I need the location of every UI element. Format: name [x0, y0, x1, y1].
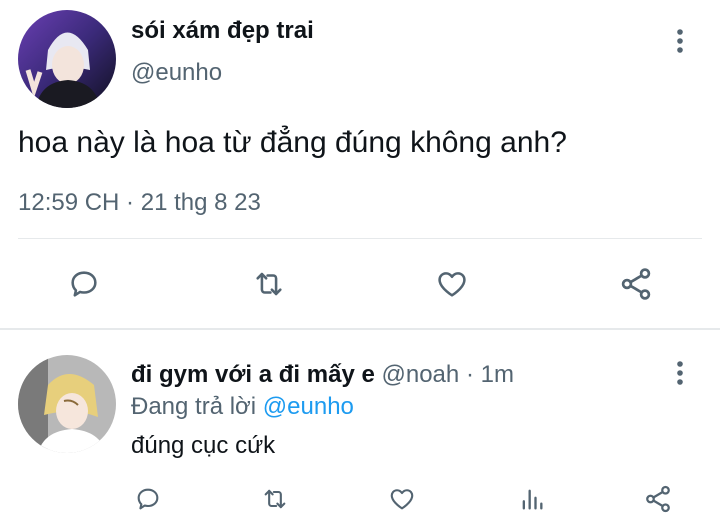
replying-to-link[interactable]: @eunho	[263, 393, 354, 420]
more-vertical-icon[interactable]	[670, 360, 690, 386]
views-icon[interactable]	[514, 482, 550, 516]
display-name-main[interactable]: sói xám đẹp trai	[131, 17, 314, 45]
share-icon[interactable]	[640, 482, 676, 516]
divider	[18, 238, 702, 239]
tweet-text-reply: đúng cục cứk	[131, 432, 276, 459]
display-name-reply[interactable]: đi gym với a đi mấy e	[131, 361, 375, 388]
more-vertical-icon[interactable]	[670, 28, 690, 54]
handle-reply[interactable]: @noah	[382, 361, 460, 388]
share-icon[interactable]	[614, 264, 658, 304]
tweet-timestamp[interactable]: 12:59 CH · 21 thg 8 23	[18, 189, 261, 217]
section-separator	[0, 328, 720, 330]
retweet-icon[interactable]	[256, 482, 294, 516]
reply-icon[interactable]	[62, 264, 106, 304]
avatar-main[interactable]	[18, 10, 116, 108]
avatar-reply[interactable]	[18, 355, 116, 453]
reply-time[interactable]: · 1m	[466, 361, 514, 388]
reply-header: đi gym với a đi mấy e @noah · 1m	[131, 361, 514, 389]
replying-prefix: Đang trả lời	[131, 393, 257, 420]
replying-to-line: Đang trả lời @eunho	[131, 393, 354, 421]
reply-icon[interactable]	[130, 482, 166, 516]
handle-main[interactable]: @eunho	[131, 59, 222, 87]
like-icon[interactable]	[384, 482, 420, 516]
retweet-icon[interactable]	[246, 264, 292, 304]
like-icon[interactable]	[430, 264, 474, 304]
tweet-text-main: hoa này là hoa từ đẳng đúng không anh?	[18, 126, 567, 159]
